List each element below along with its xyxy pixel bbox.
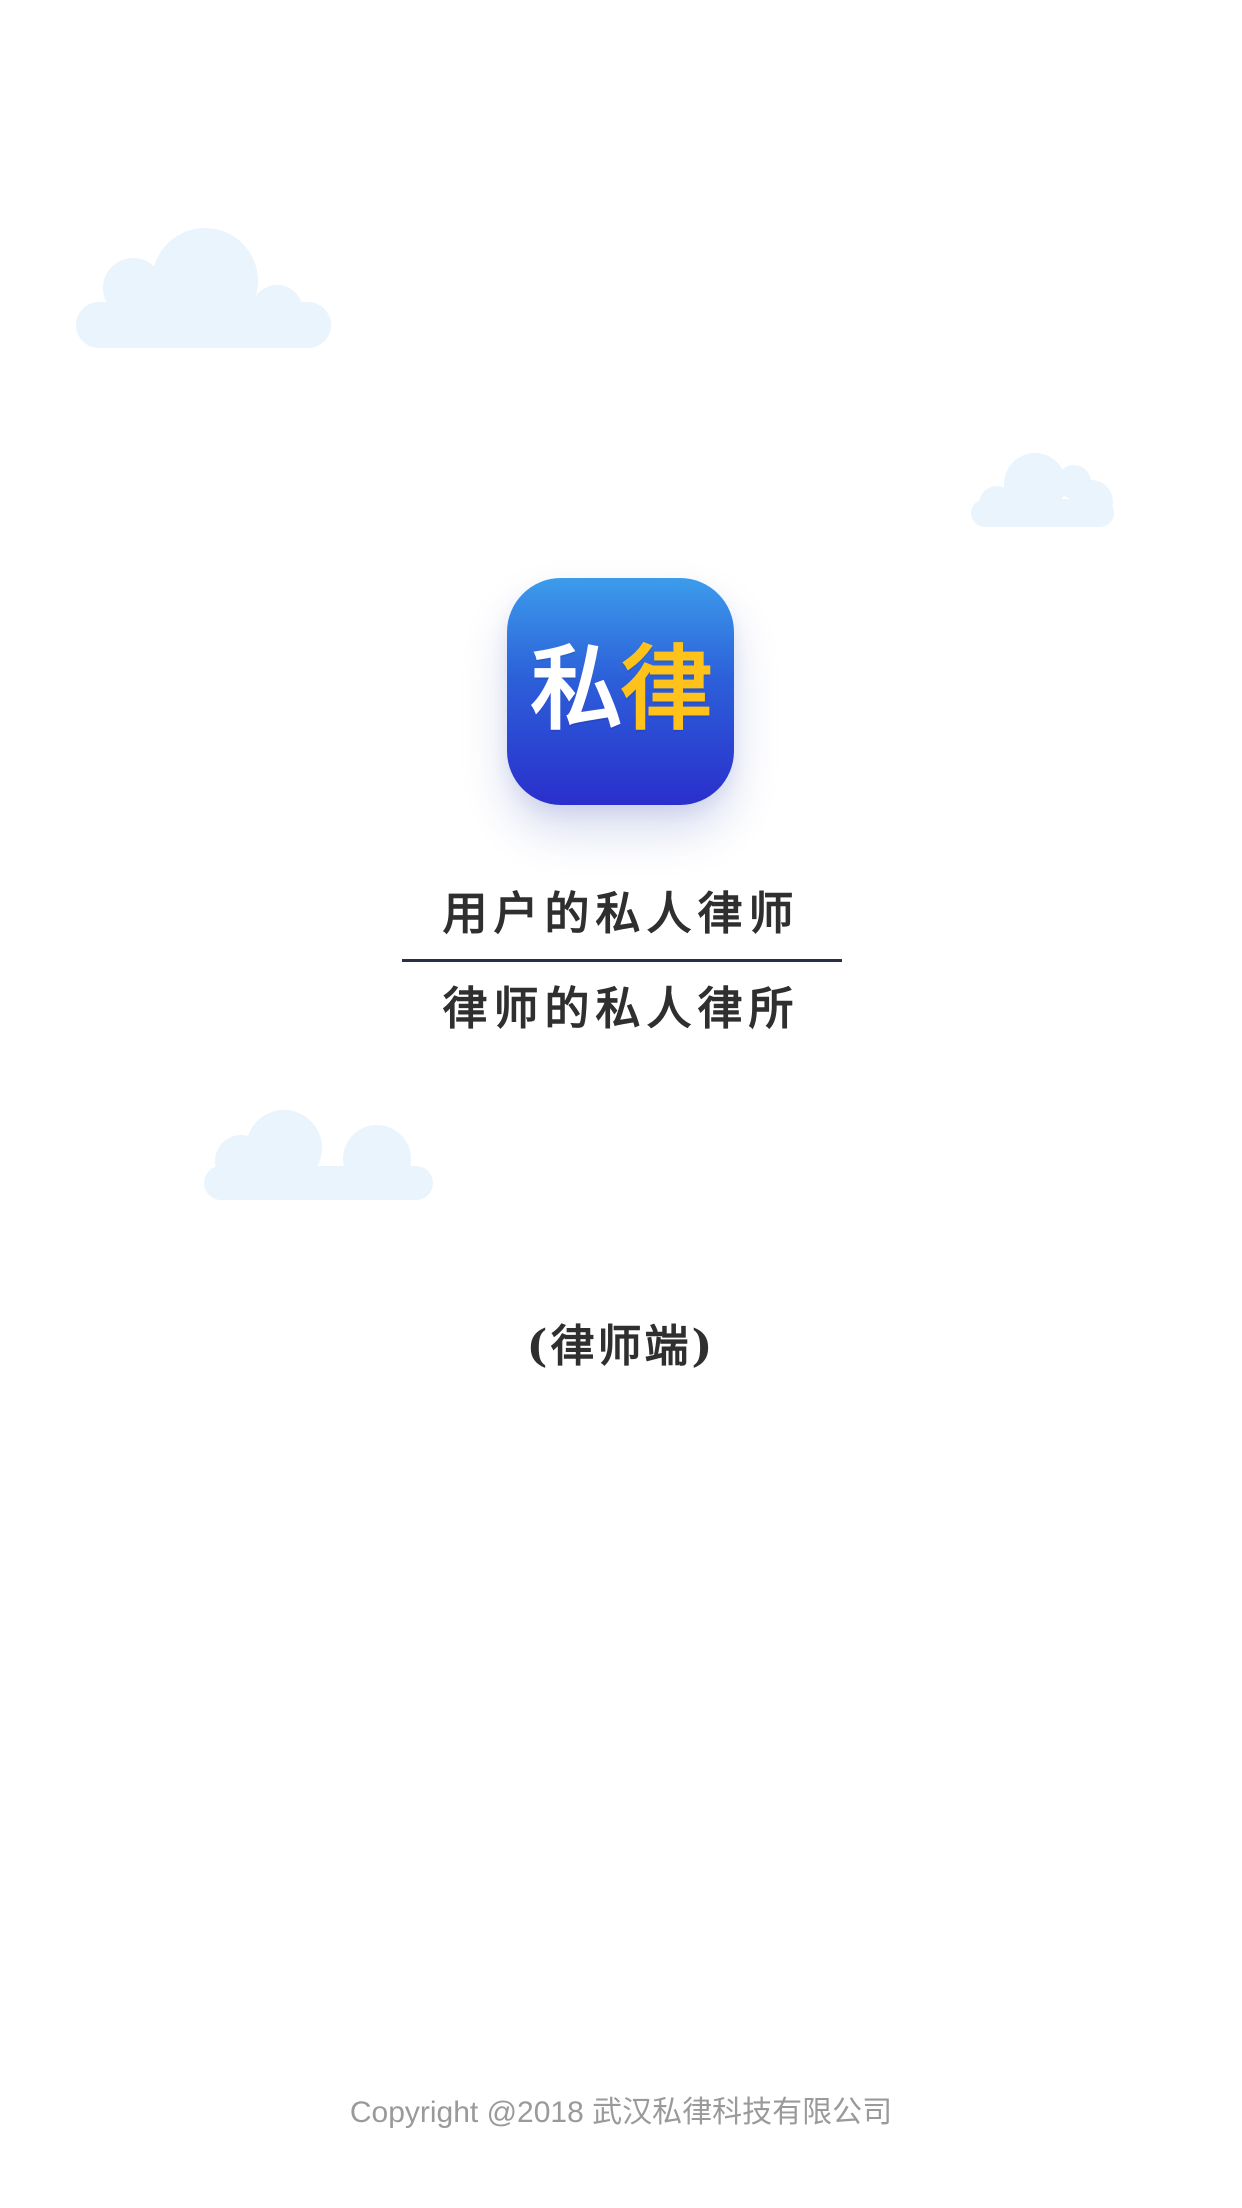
client-type-label: (律师端) [526, 1321, 716, 1372]
slogan-line-1: 用户的私人律师 [442, 887, 800, 940]
cloud-icon [76, 222, 331, 350]
app-logo-icon: 私律 [507, 578, 734, 805]
app-logo-char-main: 私 [530, 636, 622, 743]
slogan-divider [402, 959, 842, 962]
cloud-icon [971, 451, 1114, 528]
app-logo-char-accent: 律 [620, 636, 713, 743]
copyright-text: Copyright @2018 武汉私律科技有限公司 [349, 2096, 893, 2129]
app-logo-text: 私律 [507, 638, 734, 742]
slogan-line-2: 律师的私人律所 [442, 982, 800, 1035]
cloud-icon [204, 1108, 433, 1202]
